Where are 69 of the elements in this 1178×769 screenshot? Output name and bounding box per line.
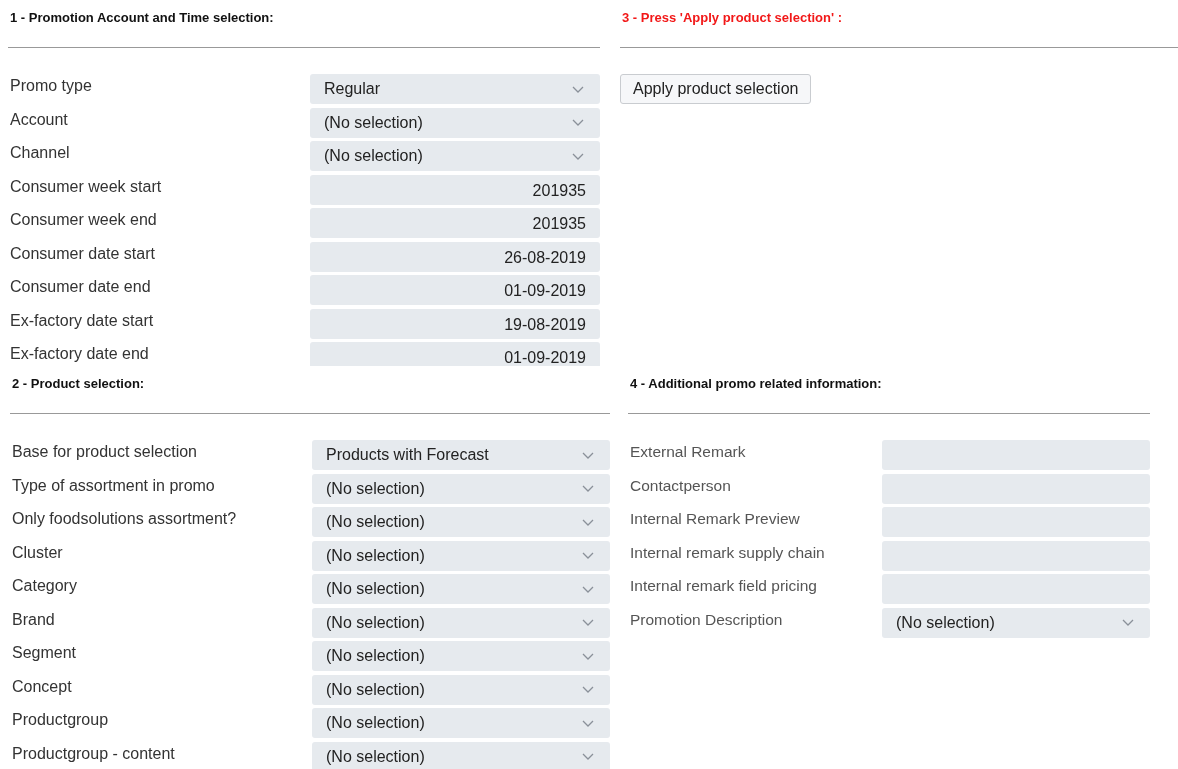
field-label: Only foodsolutions assortment?	[11, 509, 238, 529]
dropdown-field[interactable]: (No selection)	[310, 141, 600, 171]
dropdown-field[interactable]: (No selection)	[312, 507, 610, 537]
section-heading: 3 - Press 'Apply product selection' :	[621, 9, 843, 27]
field-label: Consumer date end	[9, 277, 152, 297]
input-field[interactable]	[882, 540, 1150, 571]
field-label: Ex-factory date end	[9, 344, 150, 364]
chevron-down-icon	[582, 451, 594, 459]
dropdown-field[interactable]: (No selection)	[312, 674, 610, 705]
field-label: External Remark	[629, 442, 747, 462]
chevron-down-icon	[582, 652, 594, 660]
field-label: Ex-factory date start	[9, 310, 155, 331]
section-heading: 2 - Product selection:	[11, 375, 146, 393]
input-field[interactable]	[882, 440, 1150, 470]
chevron-down-icon	[572, 152, 584, 160]
dropdown-field[interactable]: Regular	[310, 74, 600, 104]
section-heading: 1 - Promotion Account and Time selection:	[9, 9, 275, 27]
field-label: Consumer date start	[9, 243, 156, 264]
dropdown-field[interactable]: (No selection)	[310, 107, 600, 138]
field-label: Productgroup	[11, 710, 110, 730]
chevron-down-icon	[582, 686, 594, 693]
input-field[interactable]	[882, 507, 1150, 537]
field-label: Productgroup - content	[11, 743, 176, 764]
field-label: Promotion Description	[629, 609, 784, 630]
chevron-down-icon	[582, 485, 594, 492]
dropdown-field[interactable]: (No selection)	[312, 641, 610, 671]
chevron-down-icon	[572, 119, 584, 126]
chevron-down-icon	[582, 719, 594, 727]
field-label: Concept	[11, 676, 73, 697]
field-label: Internal remark supply chain	[629, 542, 826, 563]
field-label: Consumer week end	[9, 210, 158, 230]
field-label: Base for product selection	[11, 442, 198, 462]
field-label: Internal Remark Preview	[629, 509, 801, 529]
field-label: Cluster	[11, 542, 64, 563]
chevron-down-icon	[572, 85, 584, 93]
chevron-down-icon	[582, 619, 594, 626]
dropdown-field[interactable]: (No selection)	[882, 607, 1150, 638]
dropdown-field[interactable]: (No selection)	[312, 607, 610, 638]
chevron-down-icon	[582, 518, 594, 526]
field-label: Contactperson	[629, 475, 732, 496]
field-label: Internal remark field pricing	[629, 576, 818, 596]
field-label: Channel	[9, 143, 71, 163]
field-label: Type of assortment in promo	[11, 475, 216, 496]
dropdown-field[interactable]: (No selection)	[312, 574, 610, 604]
input-field[interactable]	[882, 574, 1150, 604]
field-label: Promo type	[9, 76, 93, 96]
input-field[interactable]: 201935	[310, 208, 600, 238]
section-heading: 4 - Additional promo related information:	[629, 375, 883, 393]
dropdown-field[interactable]: (No selection)	[312, 540, 610, 571]
input-field[interactable]: 201935	[310, 174, 600, 205]
field-label: Category	[11, 576, 78, 596]
field-label: Consumer week start	[9, 176, 163, 197]
dropdown-field[interactable]: (No selection)	[312, 473, 610, 504]
input-field[interactable]	[882, 473, 1150, 504]
dropdown-field[interactable]: (No selection)	[312, 741, 610, 769]
chevron-down-icon	[582, 552, 594, 559]
input-field[interactable]: 26-08-2019	[310, 241, 600, 272]
chevron-down-icon	[582, 585, 594, 593]
input-field[interactable]: 01-09-2019	[310, 275, 600, 305]
field-label: Segment	[11, 643, 78, 663]
chevron-down-icon	[1122, 619, 1134, 626]
input-field[interactable]: 19-08-2019	[310, 308, 600, 339]
apply-button[interactable]: Apply product selection	[620, 74, 812, 104]
chevron-down-icon	[582, 753, 594, 760]
field-label: Account	[9, 109, 69, 130]
input-field[interactable]: 01-09-2019	[310, 342, 600, 366]
dropdown-field[interactable]: (No selection)	[312, 708, 610, 738]
field-label: Brand	[11, 609, 56, 630]
dropdown-field[interactable]: Products with Forecast	[312, 440, 610, 470]
